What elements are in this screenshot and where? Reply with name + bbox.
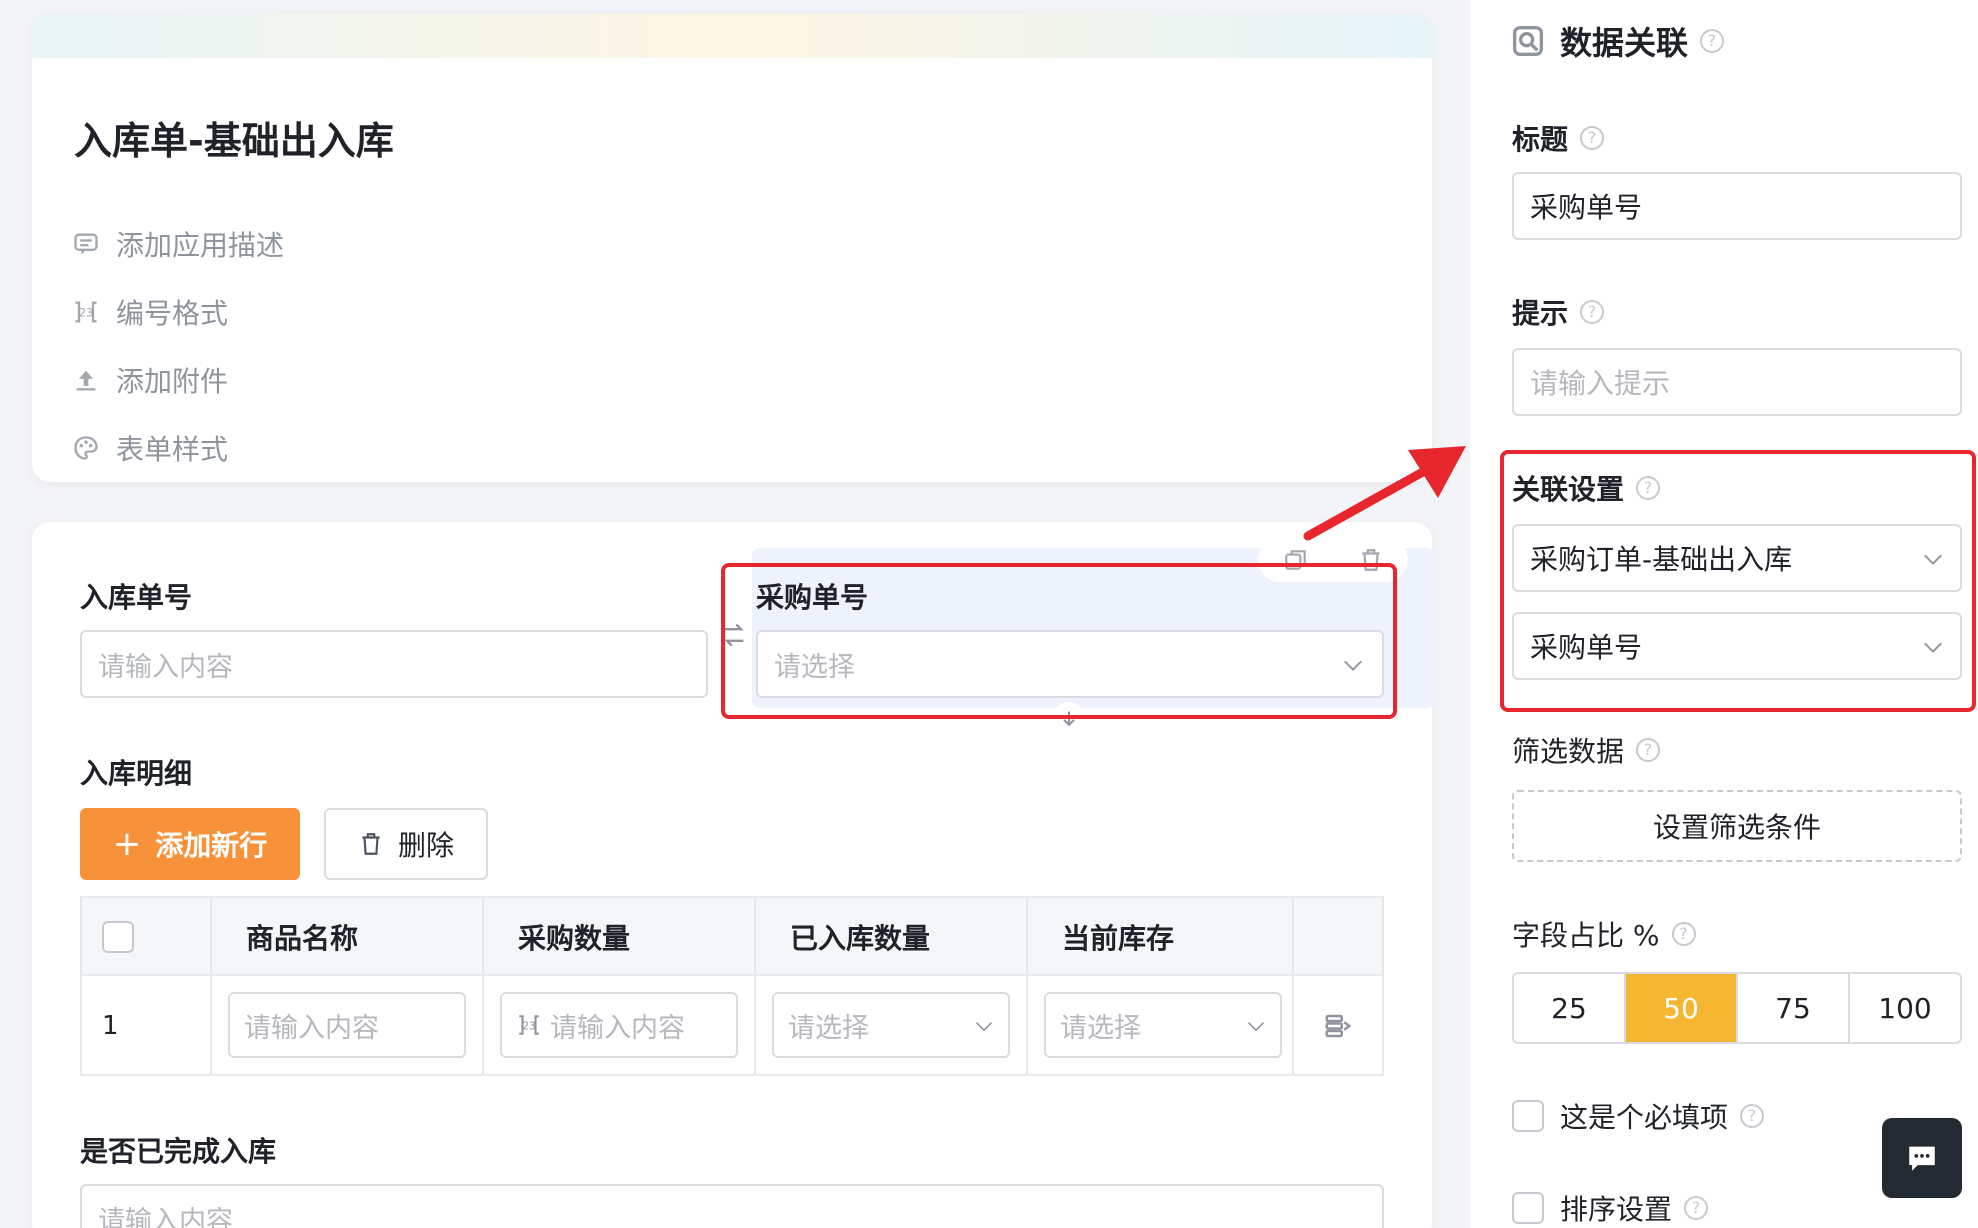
purchase-qty-placeholder: 请输入内容 — [550, 1012, 685, 1044]
chevron-down-icon — [1247, 1022, 1265, 1032]
width-label-text: 字段占比 % — [1512, 919, 1660, 952]
add-attachment-item[interactable]: 添加附件 — [72, 346, 284, 414]
sort-option: 排序设置 ? — [1512, 1188, 1709, 1228]
form-style-item[interactable]: 表单样式 — [72, 414, 284, 482]
column-header: 已入库数量 — [756, 898, 1028, 976]
comment-icon — [74, 233, 98, 255]
title-input[interactable]: 采购单号 — [1512, 172, 1962, 240]
received-qty-select[interactable]: 请选择 — [772, 992, 1010, 1058]
help-icon[interactable]: ? — [1636, 738, 1661, 762]
field-config-panel: 数据关联 ? 标题 ? 采购单号 提示 ? 请输入提示 关联设置 ? 采购订单-… — [1470, 0, 1978, 1228]
product-name-input[interactable]: 请输入内容 — [228, 992, 466, 1058]
form-header-card: 入库单-基础出入库 添加应用描述 23 编号格式 添加附件 表单样式 — [32, 14, 1432, 482]
help-icon[interactable]: ? — [1580, 126, 1605, 150]
add-row-button[interactable]: + 添加新行 — [80, 808, 300, 880]
filter-label: 筛选数据 ? — [1512, 730, 1661, 770]
row-index: 1 — [82, 976, 212, 1076]
table-cell: 请选择 — [756, 976, 1028, 1076]
table-header: 商品名称 采购数量 已入库数量 当前库存 — [82, 898, 1382, 976]
form-meta-list: 添加应用描述 23 编号格式 添加附件 表单样式 — [72, 210, 284, 482]
table-cell: 23 请输入内容 — [484, 976, 756, 1076]
width-option-25[interactable]: 25 — [1514, 974, 1626, 1042]
add-row-label: 添加新行 — [155, 829, 268, 862]
required-label: 这是个必填项 — [1560, 1101, 1729, 1134]
column-header: 当前库存 — [1028, 898, 1294, 976]
detail-label: 入库明细 — [80, 757, 193, 790]
plus-icon: + — [112, 824, 142, 864]
purchase-qty-input[interactable]: 23 请输入内容 — [500, 992, 738, 1058]
svg-text:23: 23 — [79, 306, 94, 320]
chat-icon — [1909, 1146, 1935, 1171]
form-canvas: 入库单-基础出入库 添加应用描述 23 编号格式 添加附件 表单样式 入库单号 … — [0, 0, 1470, 1228]
number-format-item[interactable]: 23 编号格式 — [72, 278, 284, 346]
trash-icon — [362, 833, 380, 855]
chat-button[interactable] — [1882, 1118, 1962, 1198]
annotation-arrow — [1303, 446, 1466, 541]
receipt-no-label: 入库单号 — [80, 581, 193, 614]
table-cell: 请输入内容 — [212, 976, 484, 1076]
width-option-50[interactable]: 50 — [1626, 974, 1738, 1042]
help-icon[interactable]: ? — [1740, 1104, 1765, 1128]
help-icon[interactable]: ? — [1700, 29, 1725, 53]
set-filter-button[interactable]: 设置筛选条件 — [1512, 790, 1962, 862]
panel-title: 数据关联 ? — [1512, 18, 1725, 64]
add-description-label: 添加应用描述 — [116, 229, 285, 262]
help-icon[interactable]: ? — [1671, 922, 1696, 946]
select-all-cell — [82, 898, 212, 976]
width-label: 字段占比 % ? — [1512, 914, 1696, 954]
received-qty-placeholder: 请选择 — [788, 1012, 869, 1044]
number-icon: 23 — [519, 1015, 539, 1035]
annotation-box-field — [721, 563, 1397, 719]
row-action-cell — [1294, 976, 1382, 1076]
title-label: 标题 ? — [1512, 118, 1605, 158]
hint-label-text: 提示 — [1512, 297, 1569, 330]
completed-input[interactable]: 请输入内容 — [80, 1184, 1384, 1228]
select-all-checkbox[interactable] — [102, 921, 134, 953]
filter-label-text: 筛选数据 — [1512, 735, 1625, 768]
required-checkbox[interactable] — [1512, 1100, 1544, 1132]
sort-label: 排序设置 — [1560, 1193, 1673, 1226]
data-link-icon — [1513, 26, 1543, 56]
width-option-100[interactable]: 100 — [1850, 974, 1960, 1042]
width-option-75[interactable]: 75 — [1738, 974, 1850, 1042]
receipt-no-input[interactable]: 请输入内容 — [80, 630, 708, 698]
annotation-box-relation — [1500, 450, 1976, 712]
width-segmented-control: 25 50 75 100 — [1512, 972, 1962, 1044]
add-description-item[interactable]: 添加应用描述 — [72, 210, 284, 278]
table-cell: 请选择 — [1028, 976, 1294, 1076]
hint-label: 提示 ? — [1512, 292, 1605, 332]
column-header: 商品名称 — [212, 898, 484, 976]
form-title[interactable]: 入库单-基础出入库 — [74, 110, 394, 165]
help-icon[interactable]: ? — [1684, 1196, 1709, 1220]
delete-row-label: 删除 — [397, 829, 454, 862]
title-label-text: 标题 — [1512, 123, 1569, 156]
chevron-down-icon — [975, 1022, 993, 1032]
column-header: 采购数量 — [484, 898, 756, 976]
required-option: 这是个必填项 ? — [1512, 1096, 1765, 1136]
add-attachment-label: 添加附件 — [116, 365, 229, 398]
form-style-label: 表单样式 — [116, 433, 229, 466]
help-icon[interactable]: ? — [1580, 300, 1605, 324]
sort-checkbox[interactable] — [1512, 1192, 1544, 1224]
number-format-label: 编号格式 — [116, 297, 229, 330]
hint-input[interactable]: 请输入提示 — [1512, 348, 1962, 416]
delete-row-button[interactable]: 删除 — [324, 808, 488, 880]
svg-text:23: 23 — [522, 1019, 536, 1032]
header-gradient — [32, 14, 1432, 58]
row-settings-icon[interactable] — [1323, 1011, 1353, 1041]
number-format-icon: 23 — [75, 301, 97, 323]
palette-icon — [74, 436, 98, 460]
stock-placeholder: 请选择 — [1060, 1012, 1141, 1044]
completed-label: 是否已完成入库 — [80, 1135, 277, 1168]
upload-icon — [76, 370, 96, 391]
panel-title-text: 数据关联 — [1560, 24, 1689, 62]
stock-select[interactable]: 请选择 — [1044, 992, 1282, 1058]
detail-table: 商品名称 采购数量 已入库数量 当前库存 1 请输入内容 23 请输入内容 请选… — [80, 896, 1384, 1076]
